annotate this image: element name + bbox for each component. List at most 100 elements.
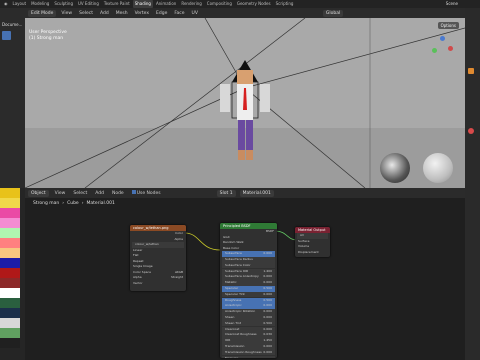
bsdf-input-row[interactable]: Sheen Tint 0.500 (222, 320, 275, 327)
menu-select[interactable]: Select (71, 190, 89, 197)
color-swatch[interactable] (0, 298, 20, 308)
tab-geometry-nodes[interactable]: Geometry Nodes (235, 0, 273, 8)
left-panel-label: Docume... (2, 22, 22, 27)
bsdf-input-row[interactable]: Subsurface Anisotropy 0.000 (222, 274, 275, 280)
use-nodes-checkbox[interactable]: Use Nodes (130, 189, 163, 197)
color-swatch[interactable] (0, 228, 20, 238)
bsdf-input-label: GGX (223, 234, 230, 239)
color-swatch[interactable] (0, 258, 20, 268)
node-editor-canvas[interactable]: Strong man › Cube › Material.001 colour_w/… (25, 198, 465, 360)
menu-mesh[interactable]: Mesh (114, 10, 130, 17)
color-swatch[interactable] (0, 288, 20, 298)
color-swatch[interactable] (0, 248, 20, 258)
tab-compositing[interactable]: Compositing (205, 0, 234, 8)
bsdf-input-label: IOR (225, 338, 231, 343)
color-swatch[interactable] (0, 208, 20, 218)
bsdf-input-row[interactable]: Transmission Roughness 0.000 (222, 349, 275, 356)
mode-selector[interactable]: Edit Mode (28, 9, 57, 17)
tab-shading[interactable]: Shading (132, 0, 153, 8)
bsdf-input-label: Random Walk (223, 240, 244, 244)
bsdf-input-label: Anisotropic Rotation (225, 309, 256, 314)
bsdf-input-value: 0.000 (263, 315, 272, 320)
blender-icon[interactable]: ◉ (2, 0, 10, 8)
bsdf-input-value: 1.450 (263, 338, 272, 343)
scene-selector[interactable]: Scene (446, 1, 458, 6)
3d-viewport[interactable]: User Perspective (1) Strong man Options (25, 18, 465, 188)
material-icon[interactable] (468, 68, 474, 74)
tab-scripting[interactable]: Scripting (274, 0, 296, 8)
bsdf-input-label: Clearcoat (225, 326, 240, 331)
tab-modeling[interactable]: Modeling (29, 0, 51, 8)
color-swatch[interactable] (0, 198, 20, 208)
bsdf-input-row[interactable]: Clearcoat 0.000 (222, 326, 275, 333)
bsdf-input-row[interactable]: Base Color (220, 246, 277, 252)
bsdf-input-row[interactable]: Subsurface Color (222, 262, 275, 269)
bsdf-input-label: Transmission (225, 344, 245, 349)
color-swatch[interactable] (0, 338, 20, 348)
menu-uv[interactable]: UV (190, 10, 200, 17)
color-swatch[interactable] (0, 218, 20, 228)
bsdf-input-row[interactable]: Specular Tint 0.000 (222, 291, 275, 298)
bsdf-rows: GGX Random Walk Base Color Subsurface 0.000 S… (220, 234, 277, 358)
color-swatch[interactable] (0, 318, 20, 328)
menu-view[interactable]: View (59, 10, 74, 17)
bsdf-input-row[interactable]: Transmission 0.000 (222, 344, 275, 350)
menu-node[interactable]: Node (110, 190, 126, 197)
menu-vertex[interactable]: Vertex (133, 10, 151, 17)
menu-view[interactable]: View (53, 190, 68, 197)
bsdf-input-value: 0.000 (263, 326, 272, 331)
color-swatch[interactable] (0, 328, 20, 338)
menu-face[interactable]: Face (172, 10, 186, 17)
bsdf-input-label: Sheen (225, 315, 235, 320)
color-swatch[interactable] (0, 268, 20, 278)
image-texture-node[interactable]: colour_w/lethan.png Color Alpha colour_w… (130, 225, 186, 291)
bsdf-input-row[interactable]: Subsurface Radius (222, 257, 275, 263)
bsdf-input-label: Specular Tint (225, 291, 245, 296)
select-tool-icon[interactable] (2, 31, 11, 40)
tab-sculpting[interactable]: Sculpting (52, 0, 75, 8)
color-swatch[interactable] (0, 188, 20, 198)
bsdf-input-value: 0.000 (263, 309, 272, 314)
principled-bsdf-node[interactable]: Principled BSDF BSDF GGX Random Walk Base … (220, 223, 277, 358)
color-swatch[interactable] (0, 238, 20, 248)
slot-selector[interactable]: Slot 1 (216, 189, 236, 197)
bsdf-input-value: 0.000 (263, 344, 272, 349)
color-swatch[interactable] (0, 278, 20, 288)
material-properties-icon[interactable] (468, 128, 474, 134)
material-preview-sphere (423, 153, 453, 183)
bsdf-input-row[interactable]: IOR 1.450 (222, 338, 275, 344)
bsdf-input-row[interactable]: Metallic 0.000 (222, 280, 275, 286)
tab-rendering[interactable]: Rendering (179, 0, 203, 8)
bsdf-input-value: 0.500 (263, 297, 272, 302)
menu-select[interactable]: Select (77, 10, 95, 17)
orientation-selector[interactable]: Global (322, 9, 344, 17)
menu-add[interactable]: Add (98, 10, 111, 17)
bsdf-input-label: Subsurface Radius (225, 257, 253, 262)
bsdf-input-row[interactable]: Clearcoat Roughness 0.030 (222, 332, 275, 338)
color-swatch[interactable] (0, 308, 20, 318)
bsdf-input-row[interactable]: Anisotropic Rotation 0.000 (222, 309, 275, 315)
bsdf-input-row[interactable]: Emission (222, 355, 275, 358)
character-model[interactable] (210, 60, 280, 180)
menu-edge[interactable]: Edge (154, 10, 169, 17)
bsdf-input-label: Transmission Roughness (225, 349, 262, 354)
bsdf-input-row[interactable]: Specular 0.500 (222, 286, 275, 292)
tab-texture-paint[interactable]: Texture Paint (102, 0, 132, 8)
bsdf-input-row[interactable]: Sheen 0.000 (222, 315, 275, 321)
tab-animation[interactable]: Animation (154, 0, 178, 8)
bsdf-input-row[interactable]: Roughness 0.500 (222, 297, 275, 304)
properties-panel (465, 8, 480, 360)
menu-add[interactable]: Add (93, 190, 106, 197)
navigation-gizmo[interactable] (430, 36, 454, 60)
bsdf-input-row[interactable]: Subsurface IOR 1.400 (222, 268, 275, 275)
material-selector[interactable]: Material.001 (239, 189, 274, 197)
tab-uv-editing[interactable]: UV Editing (76, 0, 101, 8)
node-type-selector[interactable]: Object (28, 189, 49, 197)
bsdf-input-row[interactable]: Subsurface 0.000 (222, 251, 275, 257)
bsdf-input-value: 0.000 (263, 349, 272, 354)
image-row[interactable]: Vector (130, 281, 186, 287)
tab-layout[interactable]: Layout (11, 0, 29, 8)
input-displacement: Displacement (298, 249, 319, 254)
material-output-node[interactable]: Material Output All Surface Volume Displ… (295, 227, 330, 257)
bsdf-input-row[interactable]: Anisotropic 0.000 (222, 303, 275, 309)
